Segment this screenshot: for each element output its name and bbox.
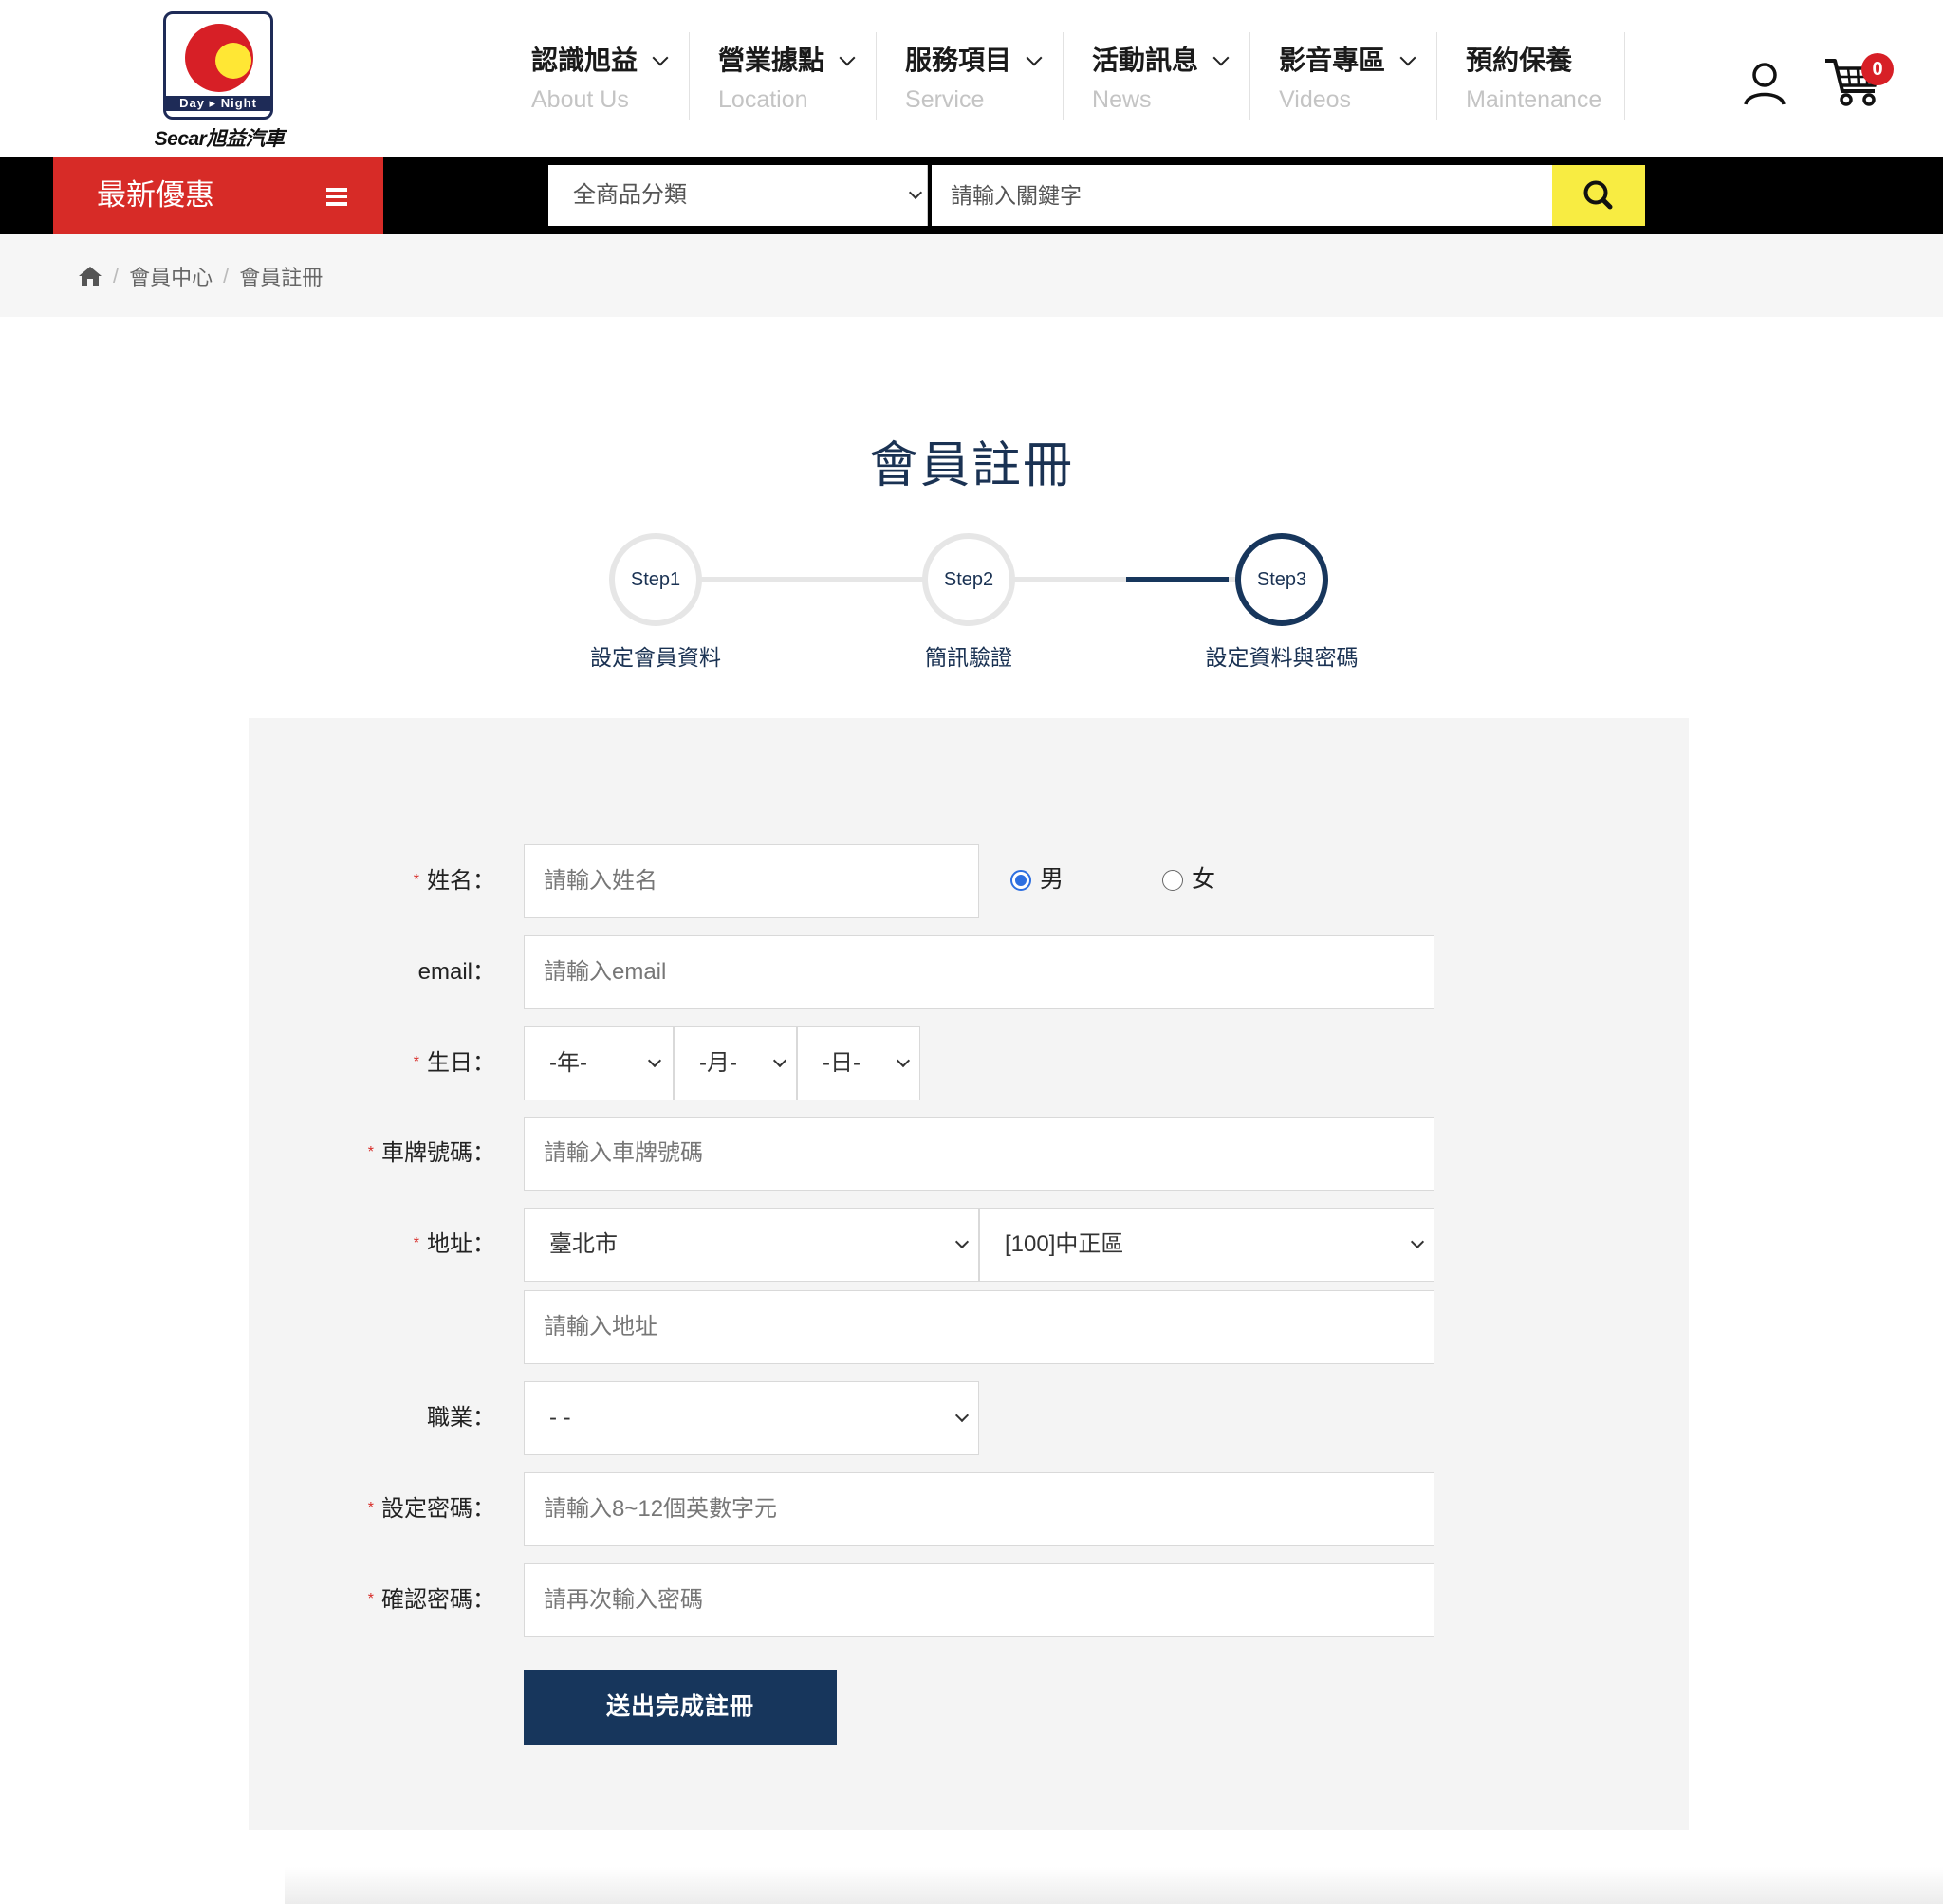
nav-item-sublabel: Videos <box>1279 86 1352 113</box>
breadcrumb-item-register: 會員註冊 <box>239 265 324 289</box>
user-icon[interactable] <box>1742 61 1787 106</box>
nav-item-label: 影音專區 <box>1279 46 1386 75</box>
step-1-circle: Step1 <box>609 533 702 626</box>
nav-item-label: 預約保養 <box>1466 46 1573 75</box>
gender-female-radio[interactable] <box>1162 870 1183 891</box>
district-select[interactable]: [100]中正區 <box>979 1208 1434 1282</box>
email-label: email： <box>417 959 495 985</box>
site-logo[interactable]: Day ▸ Night Secar旭益汽車 <box>148 11 290 150</box>
logo-wordmark: Secar旭益汽車 <box>154 128 285 150</box>
breadcrumb-item-member-center[interactable]: 會員中心 <box>129 261 213 291</box>
city-value: 臺北市 <box>549 1231 618 1257</box>
birthday-label: * 生日： <box>413 1050 495 1076</box>
chevron-down-icon <box>954 1408 970 1423</box>
site-header: Day ▸ Night Secar旭益汽車 認識旭益 About Us 營業據點… <box>0 0 1943 157</box>
chevron-down-icon <box>1410 1234 1425 1249</box>
chevron-down-icon <box>652 49 669 66</box>
job-label: 職業： <box>427 1405 495 1431</box>
main-nav: 認識旭益 About Us 營業據點 Location 服務項目 Service… <box>503 32 1626 120</box>
page-title: 會員註冊 <box>868 438 1074 493</box>
chevron-down-icon <box>908 185 923 200</box>
category-select-value: 全商品分類 <box>573 182 687 208</box>
name-label: * 姓名： <box>413 868 495 894</box>
nav-item-sublabel: Service <box>905 86 985 113</box>
chevron-down-icon <box>1212 49 1230 66</box>
chevron-down-icon <box>839 49 856 66</box>
logo-emblem: Day ▸ Night <box>163 11 273 120</box>
birth-year-value: -年- <box>549 1050 587 1076</box>
step-2-circle: Step2 <box>922 533 1015 626</box>
nav-item-label: 活動訊息 <box>1092 46 1199 75</box>
plate-number-input[interactable] <box>524 1117 1434 1191</box>
category-search-bar: 最新優惠 全商品分類 <box>0 157 1943 234</box>
email-field[interactable] <box>524 935 1434 1009</box>
confirm-password-label: * 確認密碼： <box>367 1587 495 1613</box>
step-connector-active <box>1126 577 1229 582</box>
gender-female-label: 女 <box>1192 866 1216 893</box>
search-icon <box>1583 180 1613 210</box>
footer-shadow <box>285 1867 1943 1904</box>
step-3-circle: Step3 <box>1235 533 1328 626</box>
hamburger-icon <box>326 188 347 206</box>
nav-item-sublabel: Location <box>718 86 808 113</box>
address-input[interactable] <box>524 1290 1434 1364</box>
birth-day-value: -日- <box>823 1050 860 1076</box>
step-3-label: 設定資料與密碼 <box>1205 645 1359 670</box>
address-label: * 地址： <box>413 1231 495 1257</box>
nav-item-sublabel: News <box>1092 86 1152 113</box>
city-select[interactable]: 臺北市 <box>524 1208 979 1282</box>
category-select[interactable]: 全商品分類 <box>548 165 928 226</box>
cart-count-badge: 0 <box>1861 53 1894 85</box>
nav-item-videos[interactable]: 影音專區 Videos <box>1250 32 1438 120</box>
nav-item-sublabel: Maintenance <box>1466 86 1602 113</box>
name-input[interactable] <box>524 844 979 918</box>
nav-item-label: 營業據點 <box>718 46 825 75</box>
chevron-down-icon <box>1399 49 1416 66</box>
chevron-down-icon <box>954 1234 970 1249</box>
search-button[interactable] <box>1552 165 1645 226</box>
promo-menu-button[interactable]: 最新優惠 <box>53 157 383 234</box>
step-2-label: 簡訊驗證 <box>925 645 1012 670</box>
job-select[interactable]: - - <box>524 1381 979 1455</box>
nav-item-about[interactable]: 認識旭益 About Us <box>503 32 691 120</box>
birth-month-select[interactable]: -月- <box>674 1026 797 1100</box>
chevron-down-icon <box>772 1053 787 1068</box>
home-icon[interactable] <box>78 265 102 287</box>
nav-item-maintenance[interactable]: 預約保養 Maintenance <box>1437 32 1626 120</box>
confirm-password-input[interactable] <box>524 1563 1434 1637</box>
password-input[interactable] <box>524 1472 1434 1546</box>
password-label: * 設定密碼： <box>367 1496 495 1522</box>
nav-item-label: 認識旭益 <box>531 46 638 75</box>
nav-item-news[interactable]: 活動訊息 News <box>1064 32 1251 120</box>
district-value: [100]中正區 <box>1005 1231 1124 1257</box>
job-value: - - <box>549 1405 571 1431</box>
breadcrumb-bar: / 會員中心 / 會員註冊 <box>0 234 1943 317</box>
search-input[interactable] <box>932 165 1552 226</box>
birth-month-value: -月- <box>699 1050 737 1076</box>
chevron-down-icon <box>896 1053 911 1068</box>
nav-item-location[interactable]: 營業據點 Location <box>690 32 878 120</box>
gender-male-radio[interactable] <box>1010 870 1031 891</box>
breadcrumb: / 會員中心 / 會員註冊 <box>78 234 323 317</box>
gender-male-label: 男 <box>1040 866 1064 893</box>
birth-year-select[interactable]: -年- <box>524 1026 674 1100</box>
logo-band-text: Day ▸ Night <box>166 96 270 111</box>
nav-item-label: 服務項目 <box>905 46 1012 75</box>
chevron-down-icon <box>1026 49 1043 66</box>
chevron-down-icon <box>647 1053 662 1068</box>
birth-day-select[interactable]: -日- <box>797 1026 920 1100</box>
plate-label: * 車牌號碼： <box>367 1140 495 1166</box>
promo-label: 最新優惠 <box>97 178 214 212</box>
step-1-label: 設定會員資料 <box>590 645 721 670</box>
submit-registration-button[interactable]: 送出完成註冊 <box>524 1670 837 1745</box>
registration-steps: Step1 Step2 Step3 設定會員資料 簡訊驗證 設定資料與密碼 <box>569 533 1404 675</box>
registration-form: *姓名： 男 女 email： *生日： -年- -月- -日- *車牌號碼： … <box>249 718 1689 1830</box>
nav-item-sublabel: About Us <box>531 86 629 113</box>
nav-item-service[interactable]: 服務項目 Service <box>877 32 1064 120</box>
